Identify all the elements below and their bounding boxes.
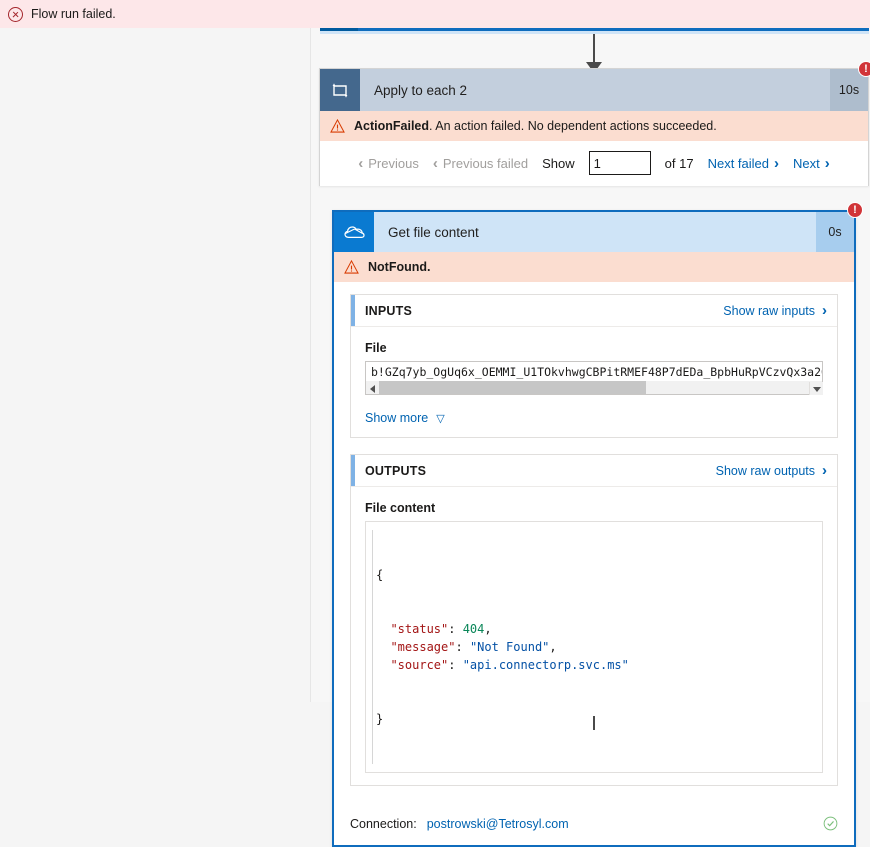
flow-designer-canvas: Apply to each 2 10s ! ActionFailed. An a… [310, 28, 870, 847]
expand-caret-icon[interactable] [809, 382, 823, 395]
chevron-right-icon: › [822, 462, 827, 479]
previous-failed-button[interactable]: ‹ Previous failed [433, 156, 528, 171]
code-value: "Not Found" [469, 640, 550, 654]
code-value: "api.connectorp.svc.ms" [462, 658, 629, 672]
code-key: "message" [376, 640, 456, 654]
code-comma: , [549, 640, 557, 654]
inputs-heading: INPUTS [365, 303, 413, 318]
show-raw-inputs-label: Show raw inputs [723, 303, 815, 318]
connection-account-link[interactable]: postrowski@Tetrosyl.com [427, 817, 569, 831]
file-value-text: b!GZq7yb_OgUq6x_OEMMI_U1TOkvhwgCBPitRMEF… [371, 365, 822, 379]
inputs-panel-header: INPUTS Show raw inputs › [351, 295, 837, 327]
chevron-left-icon: ‹ [358, 154, 364, 172]
inputs-panel: INPUTS Show raw inputs › File b!GZq7yb_O… [350, 294, 838, 438]
scope-card-apply-to-each[interactable]: Apply to each 2 10s ! ActionFailed. An a… [319, 61, 870, 186]
canvas-left-edge [310, 28, 311, 702]
code-separator: : [448, 658, 463, 672]
code-line: "message": "Not Found", [376, 638, 812, 656]
scope-card-header[interactable]: Apply to each 2 10s ! [320, 61, 870, 111]
action-card-wrapper: Get file content 0s ! NotFound. INPUTS S… [332, 202, 863, 847]
scroll-left-arrow-icon[interactable] [366, 381, 379, 394]
previous-action-accent [320, 28, 358, 31]
show-raw-outputs-label: Show raw outputs [715, 463, 815, 478]
onedrive-cloud-icon [334, 212, 374, 252]
code-separator: : [455, 640, 470, 654]
action-error-badge: ! [847, 202, 863, 218]
scrollbar-thumb[interactable] [379, 381, 646, 394]
error-circle-icon [8, 6, 23, 22]
code-line: "status": 404, [376, 620, 812, 638]
code-key: "source" [376, 658, 449, 672]
scrollbar-track[interactable] [379, 381, 809, 394]
action-card-body: INPUTS Show raw inputs › File b!GZq7yb_O… [334, 282, 854, 786]
iteration-page-input[interactable] [588, 151, 651, 175]
foreach-loop-icon [320, 69, 360, 111]
next-failed-button[interactable]: Next failed › [708, 156, 779, 171]
action-duration: 0s [816, 212, 854, 252]
outputs-panel: OUTPUTS Show raw outputs › File content … [350, 454, 838, 786]
previous-label: Previous [368, 155, 419, 171]
outputs-panel-body: File content { "status": 404, "message":… [351, 487, 837, 785]
code-separator: : [448, 622, 463, 636]
warning-triangle-icon [330, 119, 345, 133]
action-card-get-file-content[interactable]: Get file content 0s ! NotFound. INPUTS S… [332, 202, 863, 847]
connection-row: Connection: postrowski@Tetrosyl.com [334, 802, 854, 845]
previous-button[interactable]: ‹ Previous [358, 156, 419, 171]
code-value: 404 [462, 622, 485, 636]
chevron-right-icon: › [822, 302, 827, 319]
show-raw-inputs-button[interactable]: Show raw inputs › [723, 303, 827, 318]
show-more-button[interactable]: Show more ▽ [365, 411, 823, 425]
warning-triangle-icon [344, 260, 359, 274]
scope-error-message: . An action failed. No dependent actions… [429, 119, 717, 133]
chevron-down-icon: ▽ [436, 412, 445, 425]
total-pages-label: of 17 [664, 155, 694, 171]
code-close-brace: } [376, 712, 384, 726]
code-line-open: { [376, 566, 812, 584]
chevron-left-icon: ‹ [432, 154, 438, 172]
file-value-box[interactable]: b!GZq7yb_OgUq6x_OEMMI_U1TOkvhwgCBPitRMEF… [365, 361, 823, 395]
code-key: "status" [376, 622, 449, 636]
scope-error-strip: ActionFailed. An action failed. No depen… [320, 111, 868, 141]
scope-error-text: ActionFailed. An action failed. No depen… [354, 119, 717, 133]
next-button[interactable]: Next › [793, 156, 830, 171]
file-field-label: File [365, 341, 387, 355]
action-error-code: NotFound. [368, 260, 431, 274]
file-value-horizontal-scrollbar[interactable] [366, 381, 822, 394]
flow-connector-line-bottom [593, 716, 595, 730]
action-error-strip: NotFound. [334, 252, 854, 282]
iteration-pager: ‹ Previous ‹ Previous failed Show of 17 … [320, 141, 868, 186]
scope-title: Apply to each 2 [374, 82, 468, 98]
check-circle-icon [823, 816, 838, 831]
file-content-label: File content [365, 501, 436, 515]
outputs-heading: OUTPUTS [365, 463, 427, 478]
previous-failed-label: Previous failed [442, 155, 529, 171]
code-line: "source": "api.connectorp.svc.ms" [376, 656, 812, 674]
inputs-panel-body: File b!GZq7yb_OgUq6x_OEMMI_U1TOkvhwgCBPi… [351, 327, 837, 437]
action-title: Get file content [388, 224, 479, 240]
flow-run-status-text: Flow run failed. [31, 7, 116, 21]
scope-error-badge: ! [858, 61, 870, 77]
scope-error-code: ActionFailed [354, 119, 430, 133]
chevron-right-icon: › [824, 154, 830, 172]
code-lines: "status": 404, "message": "Not Found", "… [376, 620, 812, 674]
code-comma: , [484, 622, 492, 636]
chevron-right-icon: › [774, 154, 779, 172]
next-failed-label: Next failed [707, 155, 769, 171]
next-label: Next [793, 155, 820, 171]
connection-label: Connection: [350, 816, 417, 831]
flow-run-status-banner: Flow run failed. [0, 0, 870, 28]
outputs-panel-header: OUTPUTS Show raw outputs › [351, 455, 837, 487]
file-content-code-block: { "status": 404, "message": "Not Found",… [365, 521, 823, 773]
show-label: Show [542, 155, 575, 171]
action-card-header[interactable]: Get file content 0s ! [334, 202, 863, 252]
code-open-brace: { [376, 568, 384, 582]
show-raw-outputs-button[interactable]: Show raw outputs › [716, 463, 827, 478]
show-more-label: Show more [365, 411, 429, 425]
